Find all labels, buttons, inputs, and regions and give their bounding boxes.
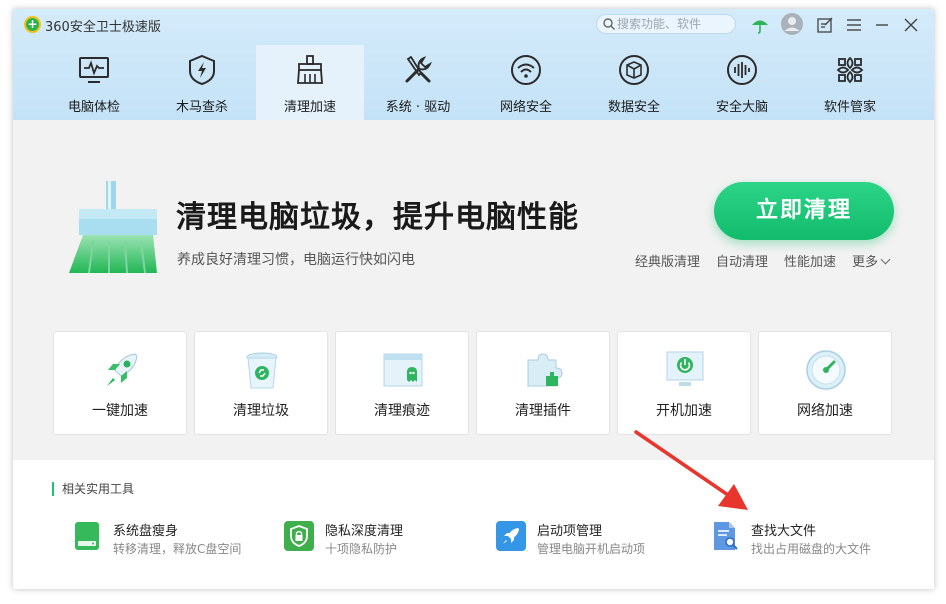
tile-one-click-boost[interactable]: 一键加速 <box>53 331 187 435</box>
wrench-screwdriver-icon <box>405 55 432 83</box>
nav-label: 网络安全 <box>499 100 552 115</box>
tile-clean-junk[interactable]: 清理垃圾 <box>194 331 328 435</box>
soundwave-icon <box>727 55 757 85</box>
nav-label: 电脑体检 <box>67 100 120 115</box>
apps-icon <box>836 56 864 84</box>
nav-label: 安全大脑 <box>715 100 768 115</box>
nav-label: 系统 · 驱动 <box>385 100 451 115</box>
app-window: + 360安全卫士极速版 搜索功能、软件 电脑体检 木马查杀 清理加速 系统 ·… <box>13 9 934 589</box>
shield-bolt-icon <box>189 54 215 86</box>
nav-item-data-security[interactable]: 数据安全 <box>580 45 688 120</box>
tool-name: 查找大文件 <box>751 524 817 539</box>
nav-label: 清理加速 <box>283 100 336 115</box>
wifi-icon <box>511 55 541 85</box>
tile-clean-plugins[interactable]: 清理插件 <box>476 331 610 435</box>
puzzle-icon <box>527 353 563 387</box>
umbrella-icon[interactable] <box>750 15 770 35</box>
nav-item-cleanup[interactable]: 清理加速 <box>256 45 364 120</box>
tile-label: 清理垃圾 <box>233 403 289 419</box>
title-bar: + 360安全卫士极速版 <box>13 9 934 41</box>
feedback-icon[interactable] <box>815 15 835 35</box>
nav-item-software-manager[interactable]: 软件管家 <box>796 45 904 120</box>
tool-name: 启动项管理 <box>537 524 603 539</box>
cube-icon <box>619 55 649 85</box>
tool-desc: 找出占用磁盘的大文件 <box>751 542 872 556</box>
power-monitor-icon <box>666 351 704 386</box>
tool-name: 系统盘瘦身 <box>113 524 179 539</box>
nav-label: 木马查杀 <box>175 100 228 115</box>
close-icon[interactable] <box>901 15 921 35</box>
main-nav: 电脑体检 木马查杀 清理加速 系统 · 驱动 网络安全 数据安全 安全大脑 软件… <box>40 45 904 120</box>
browser-ghost-icon <box>383 353 423 387</box>
privacy-shield-icon <box>284 521 314 551</box>
tile-boot-speedup[interactable]: 开机加速 <box>617 331 751 435</box>
nav-item-trojan[interactable]: 木马查杀 <box>148 45 256 120</box>
more-label: 更多 <box>852 255 879 270</box>
tile-clean-traces[interactable]: 清理痕迹 <box>335 331 469 435</box>
recycle-bin-icon <box>246 352 278 389</box>
tools-panel: 相关实用工具 系统盘瘦身 转移清理，释放C盘空间 隐私深度清理 十项隐私防护 启… <box>13 460 934 589</box>
clean-now-button[interactable]: 立即清理 <box>714 182 894 240</box>
classic-clean-link[interactable]: 经典版清理 <box>635 251 700 270</box>
quick-links: 经典版清理 自动清理 性能加速 更多 <box>635 251 891 270</box>
tile-network-speedup[interactable]: 网络加速 <box>758 331 892 435</box>
nav-label: 软件管家 <box>823 100 876 115</box>
nav-item-checkup[interactable]: 电脑体检 <box>40 45 148 120</box>
file-search-icon <box>714 522 738 550</box>
tile-label: 开机加速 <box>656 403 712 419</box>
tile-label: 一键加速 <box>92 403 148 419</box>
tool-find-large-files[interactable]: 查找大文件 找出占用磁盘的大文件 <box>709 518 909 558</box>
tools-section-title: 相关实用工具 <box>52 482 134 496</box>
tool-desc: 转移清理，释放C盘空间 <box>113 542 242 556</box>
tool-name: 隐私深度清理 <box>325 524 404 539</box>
tool-privacy-deep-clean[interactable]: 隐私深度清理 十项隐私防护 <box>283 518 483 558</box>
nav-item-system-driver[interactable]: 系统 · 驱动 <box>364 45 472 120</box>
search-icon <box>603 18 615 30</box>
tool-desc: 十项隐私防护 <box>325 542 398 556</box>
menu-icon[interactable] <box>844 15 864 35</box>
tool-system-disk-slim[interactable]: 系统盘瘦身 转移清理，释放C盘空间 <box>71 518 271 558</box>
monitor-pulse-icon <box>79 57 109 83</box>
startup-rocket-icon <box>496 521 526 551</box>
speedometer-icon <box>806 350 846 390</box>
minimize-icon[interactable] <box>872 15 892 35</box>
hero-subtitle: 养成良好清理习惯，电脑运行快如闪电 <box>177 252 415 268</box>
nav-item-security-brain[interactable]: 安全大脑 <box>688 45 796 120</box>
header: + 360安全卫士极速版 搜索功能、软件 电脑体检 木马查杀 清理加速 系统 ·… <box>13 9 934 120</box>
search-box[interactable] <box>596 14 736 34</box>
broom-icon <box>297 55 323 84</box>
chevron-down-icon <box>880 254 891 265</box>
tool-desc: 管理电脑开机启动项 <box>537 542 646 556</box>
nav-label: 数据安全 <box>607 100 660 115</box>
hero-title: 清理电脑垃圾，提升电脑性能 <box>176 200 579 235</box>
tool-startup-manager[interactable]: 启动项管理 管理电脑开机启动项 <box>495 518 695 558</box>
performance-boost-link[interactable]: 性能加速 <box>784 251 836 270</box>
avatar[interactable] <box>780 12 804 36</box>
auto-clean-link[interactable]: 自动清理 <box>716 251 768 270</box>
nav-item-network[interactable]: 网络安全 <box>472 45 580 120</box>
feature-tiles: 一键加速 清理垃圾 清理痕迹 清理插件 开机加速 网络加速 <box>53 331 892 435</box>
tile-label: 清理插件 <box>515 403 571 419</box>
app-logo: + <box>24 16 41 33</box>
app-title: 360安全卫士极速版 <box>45 20 161 35</box>
disk-icon <box>75 522 99 550</box>
search-input[interactable] <box>617 16 729 32</box>
tile-label: 网络加速 <box>797 403 853 419</box>
rocket-icon <box>107 353 138 386</box>
tile-label: 清理痕迹 <box>374 403 430 419</box>
more-dropdown[interactable]: 更多 <box>852 251 891 270</box>
broom-illustration-icon <box>69 181 157 274</box>
